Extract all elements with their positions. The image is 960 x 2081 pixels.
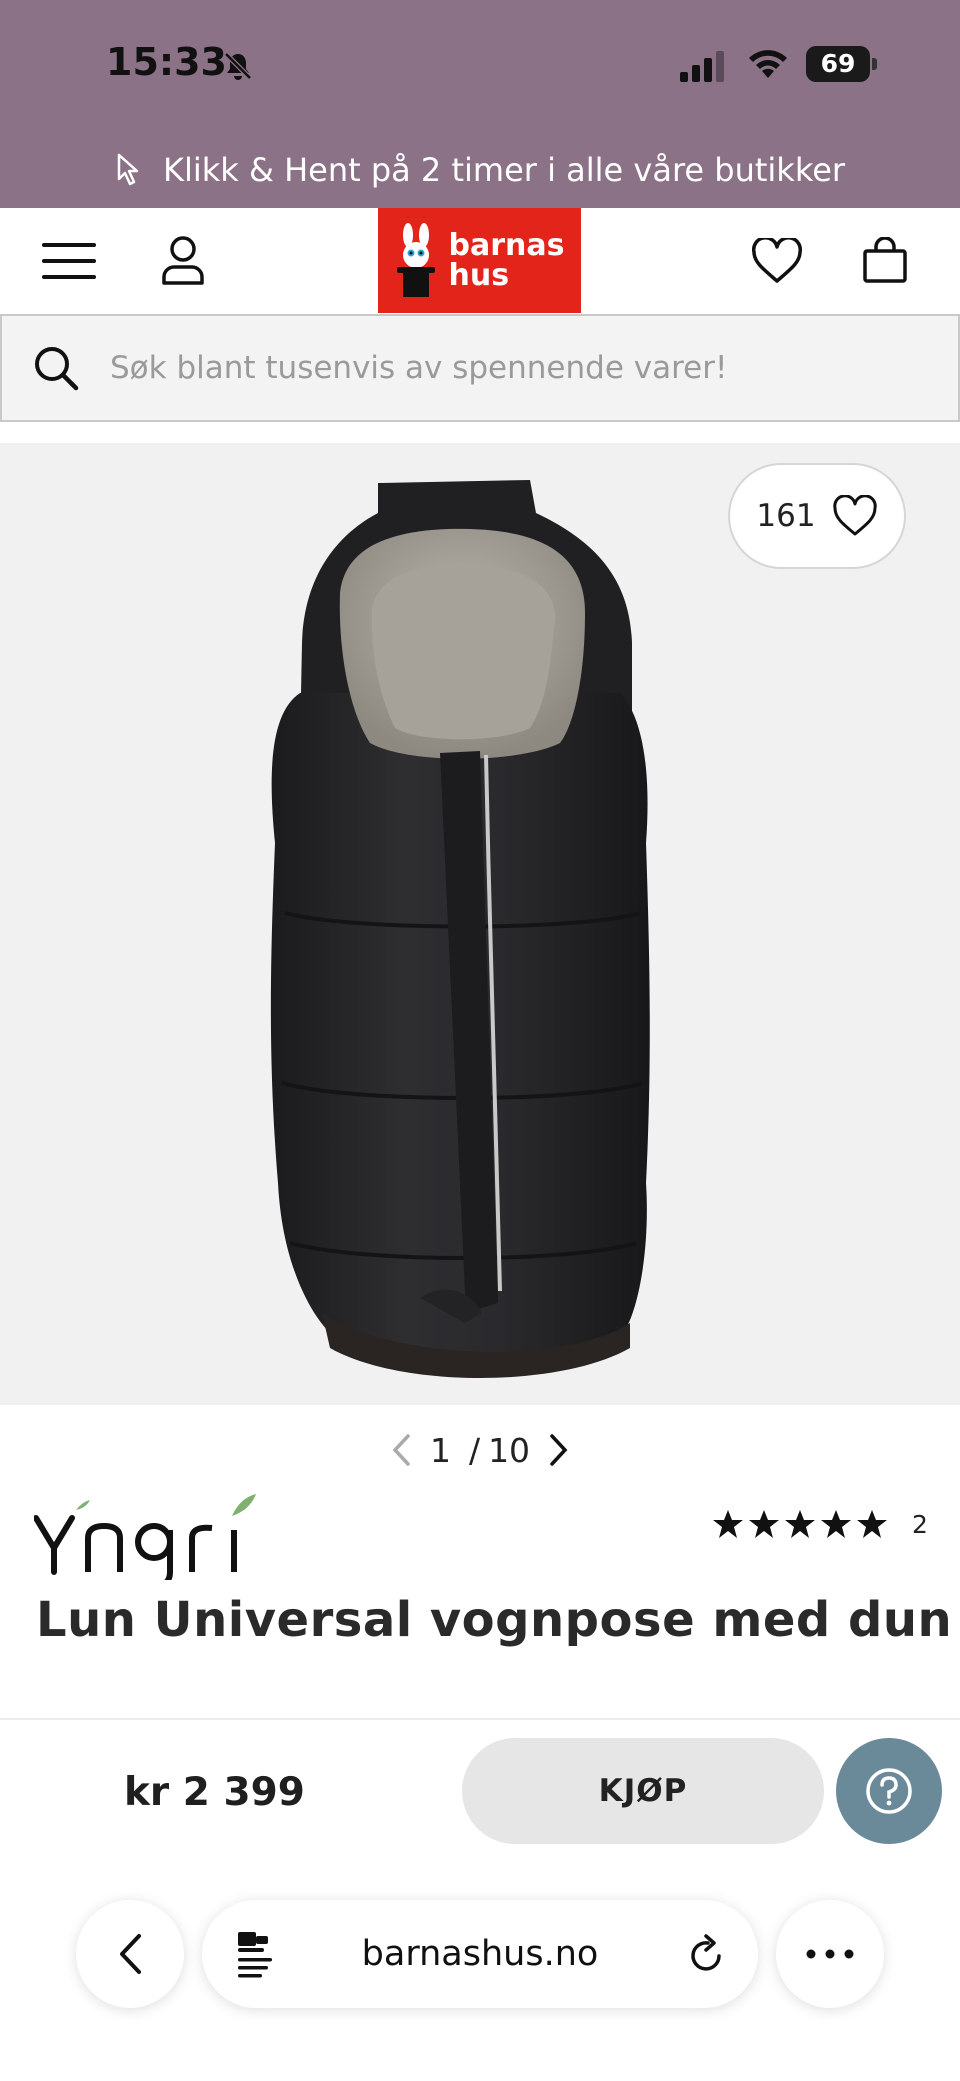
user-icon [162, 236, 204, 285]
star-icon [713, 1510, 743, 1538]
cart-button[interactable] [854, 230, 916, 292]
like-button[interactable]: 161 [728, 463, 906, 569]
chevron-left-icon [392, 1434, 410, 1466]
footmuff-illustration [270, 480, 650, 1378]
heart-icon [832, 495, 877, 536]
like-count: 161 [756, 498, 816, 534]
pager-prev-button[interactable] [386, 1430, 416, 1470]
logo-line2: hus [448, 257, 510, 293]
search-input[interactable] [110, 350, 930, 386]
shopping-bag-icon [863, 237, 907, 283]
bell-muted-icon [224, 52, 252, 80]
promo-banner[interactable]: Klikk & Hent på 2 timer i alle våre buti… [0, 140, 960, 200]
pager-separator: / [468, 1430, 481, 1470]
rabbit-hat-icon [396, 222, 435, 297]
browser-toolbar: barnashus.no [0, 1870, 960, 2081]
product-title: Lun Universal vognpose med dun [36, 1592, 953, 1648]
page: 15:33 69 Klikk & Hent på 2 timer i alle … [0, 0, 960, 2081]
product-image[interactable]: 161 [0, 443, 960, 1405]
brand-wordmark [33, 1494, 256, 1589]
star-icon [857, 1510, 887, 1538]
star-icon [821, 1510, 851, 1538]
address-bar[interactable]: barnashus.no [202, 1900, 758, 2008]
browser-back-button[interactable] [76, 1900, 184, 2008]
logo-text: barnas hus [448, 227, 565, 293]
help-icon [866, 1768, 912, 1814]
rating-count: 2 [912, 1509, 928, 1539]
hamburger-icon [42, 243, 96, 279]
star-icon [749, 1510, 779, 1538]
account-button[interactable] [152, 230, 214, 292]
status-time: 15:33 [106, 40, 227, 84]
url-text: barnashus.no [361, 1934, 599, 1974]
help-button[interactable] [836, 1738, 942, 1844]
battery-cap [872, 58, 877, 70]
star-icon [785, 1510, 815, 1538]
product-rating[interactable]: 2 [712, 1508, 928, 1540]
cellular-signal-icon [680, 51, 724, 82]
pager-total: 10 [488, 1430, 531, 1470]
heart-icon [751, 238, 803, 283]
browser-more-button[interactable] [776, 1900, 884, 2008]
more-dots-icon [806, 1949, 854, 1959]
chevron-right-icon [550, 1434, 568, 1466]
wishlist-button[interactable] [746, 230, 808, 292]
promo-text: Klikk & Hent på 2 timer i alle våre buti… [162, 151, 846, 189]
pager-next-button[interactable] [544, 1430, 574, 1470]
cursor-icon [117, 153, 139, 186]
image-pager: 1 / 10 [0, 1420, 960, 1480]
chevron-left-icon [120, 1934, 141, 1974]
search-icon [35, 347, 79, 391]
battery-level: 69 [806, 46, 870, 82]
product-price: kr 2 399 [124, 1770, 305, 1815]
pager-current: 1 [429, 1430, 451, 1470]
wifi-icon [749, 50, 787, 78]
buy-button[interactable]: KJØP [462, 1738, 824, 1844]
logo-line1: barnas [448, 227, 565, 263]
site-logo[interactable]: barnas hus [378, 208, 581, 313]
battery-indicator: 69 [806, 46, 877, 82]
divider [0, 1718, 960, 1720]
top-bar: 15:33 69 Klikk & Hent på 2 timer i alle … [0, 0, 960, 208]
menu-button[interactable] [38, 230, 100, 292]
search-bar[interactable] [0, 314, 960, 422]
site-header: barnas hus [0, 208, 960, 313]
reload-icon[interactable] [686, 1932, 728, 1976]
brand-logo[interactable] [33, 1490, 294, 1589]
